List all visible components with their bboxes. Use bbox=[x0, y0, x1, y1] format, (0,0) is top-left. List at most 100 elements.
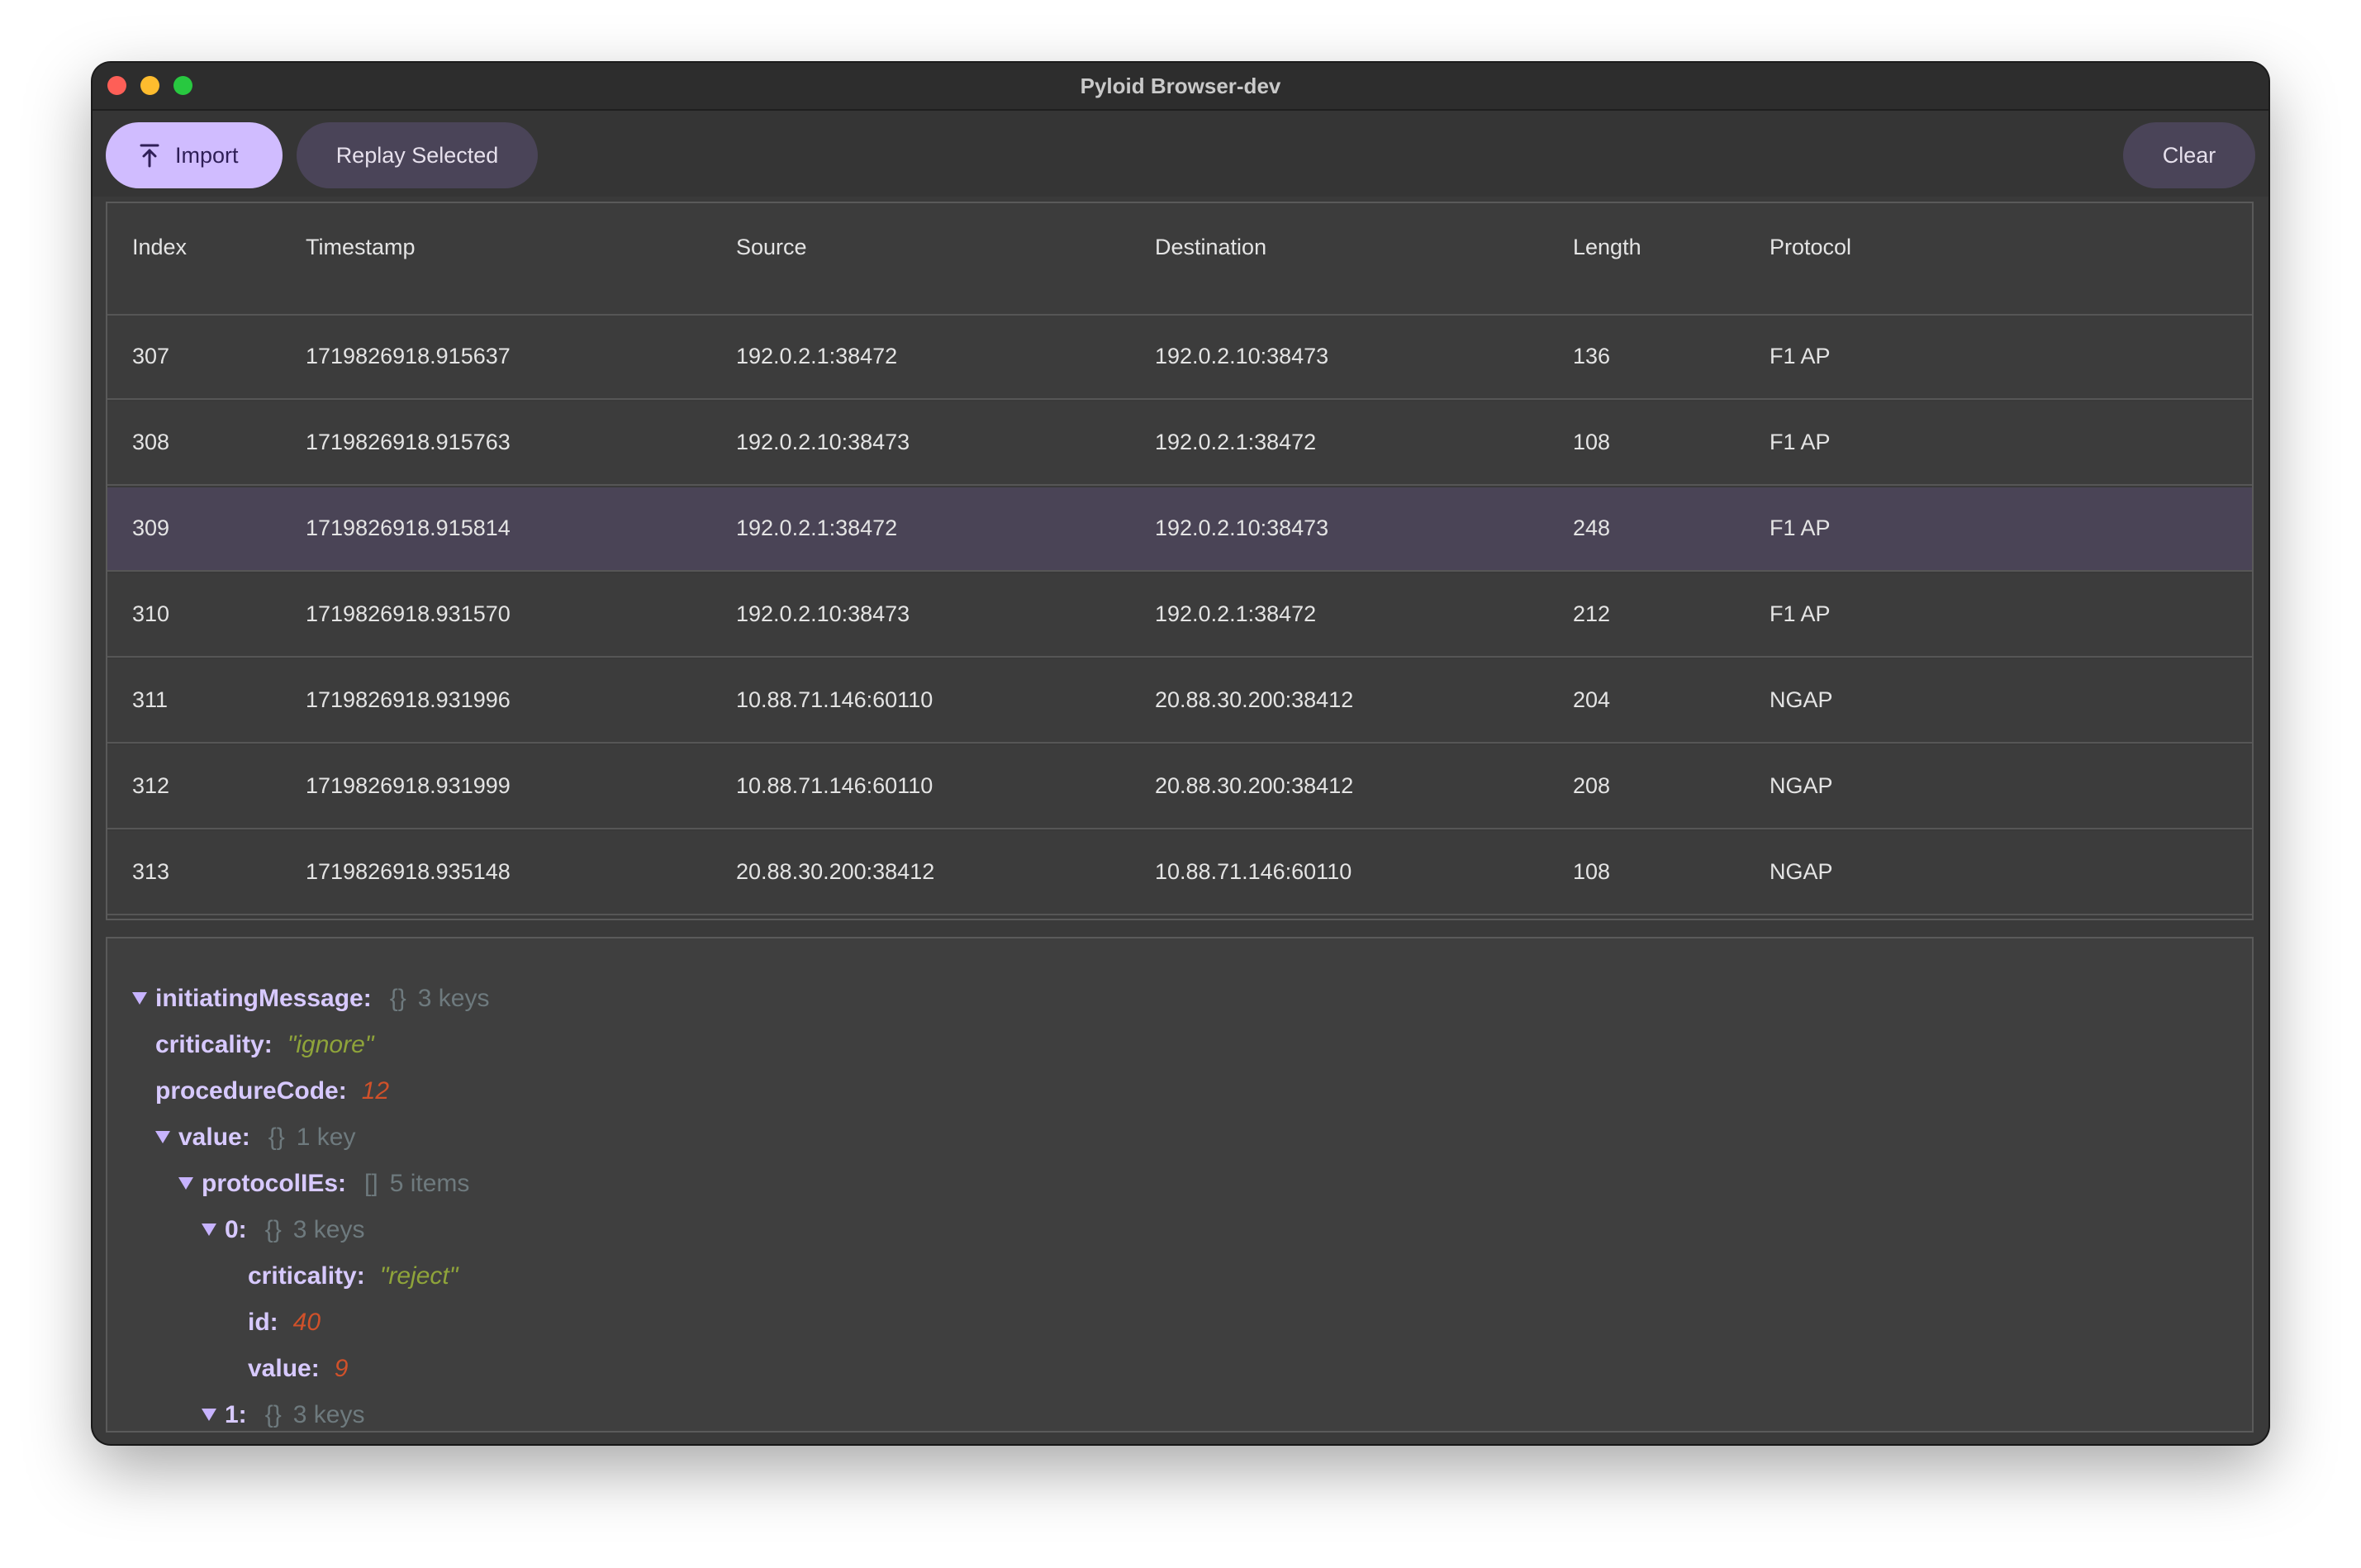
triangle-down-icon[interactable] bbox=[202, 1223, 216, 1236]
json-key: value: bbox=[248, 1355, 320, 1382]
app-window: Pyloid Browser-dev Import Replay Selecte… bbox=[93, 63, 2268, 1444]
column-header-protocol[interactable]: Protocol bbox=[1770, 235, 1851, 260]
index-cell: 310 bbox=[132, 601, 170, 626]
json-brace: {} bbox=[264, 1216, 282, 1243]
table-row[interactable] bbox=[107, 294, 2252, 316]
json-node: value: 9 bbox=[248, 1348, 348, 1390]
window-title: Pyloid Browser-dev bbox=[1080, 74, 1281, 98]
source-cell: 192.0.2.1:38472 bbox=[736, 344, 898, 368]
clear-button[interactable]: Clear bbox=[2123, 122, 2255, 188]
column-header-timestamp[interactable]: Timestamp bbox=[306, 235, 416, 260]
upload-icon bbox=[140, 144, 159, 168]
table-row[interactable]: 311 1719826918.931996 10.88.71.146:60110 20… bbox=[107, 659, 2252, 744]
index-cell: 311 bbox=[132, 687, 169, 712]
json-key: initiatingMessage: bbox=[155, 985, 372, 1012]
destination-cell: 20.88.30.200:38412 bbox=[1155, 687, 1354, 712]
table-row[interactable]: 312 1719826918.931999 10.88.71.146:60110 20… bbox=[107, 745, 2252, 829]
column-header-source[interactable]: Source bbox=[736, 235, 807, 260]
table-row[interactable]: 313 1719826918.935148 20.88.30.200:38412 10… bbox=[107, 831, 2252, 915]
table-row[interactable]: 310 1719826918.931570 192.0.2.10:38473 192.… bbox=[107, 573, 2252, 658]
json-key: criticality: bbox=[248, 1262, 365, 1290]
json-brace: {} bbox=[264, 1401, 282, 1428]
source-cell: 192.0.2.1:38472 bbox=[736, 516, 898, 540]
protocol-cell: F1 AP bbox=[1770, 344, 1831, 368]
json-number-value: 12 bbox=[361, 1077, 390, 1105]
triangle-down-icon[interactable] bbox=[132, 991, 147, 1005]
triangle-down-icon[interactable] bbox=[202, 1408, 216, 1421]
json-item-count: 3 keys bbox=[417, 985, 490, 1012]
source-cell: 10.88.71.146:60110 bbox=[736, 687, 933, 712]
source-cell: 192.0.2.10:38473 bbox=[736, 601, 910, 626]
timestamp-cell: 1719826918.931999 bbox=[306, 773, 511, 798]
timestamp-cell: 1719826918.915814 bbox=[306, 516, 511, 540]
table-row[interactable]: 309 1719826918.915814 192.0.2.1:38472 192.0… bbox=[107, 487, 2252, 572]
protocol-cell: NGAP bbox=[1770, 859, 1833, 884]
json-item-count: 3 keys bbox=[292, 1216, 365, 1243]
json-brace: {} bbox=[268, 1124, 285, 1151]
column-header-destination[interactable]: Destination bbox=[1155, 235, 1266, 260]
packet-table: Index Timestamp Source Destination Lengt… bbox=[106, 202, 2254, 920]
source-cell: 10.88.71.146:60110 bbox=[736, 773, 933, 798]
json-node[interactable]: value: {} 1 key bbox=[155, 1117, 355, 1158]
index-cell: 309 bbox=[132, 516, 170, 540]
json-node[interactable]: 0: {} 3 keys bbox=[202, 1209, 364, 1251]
json-key: id: bbox=[248, 1309, 278, 1336]
json-brace: {} bbox=[389, 985, 406, 1012]
json-node: criticality: "ignore" bbox=[155, 1024, 373, 1066]
table-header: Index Timestamp Source Destination Lengt… bbox=[107, 203, 2252, 296]
index-cell: 312 bbox=[132, 773, 170, 798]
length-cell: 108 bbox=[1573, 859, 1611, 884]
table-row[interactable]: 307 1719826918.915637 192.0.2.1:38472 192.0… bbox=[107, 316, 2252, 400]
destination-cell: 192.0.2.1:38472 bbox=[1155, 601, 1317, 626]
json-key: procedureCode: bbox=[155, 1077, 347, 1105]
json-item-count: 3 keys bbox=[292, 1401, 365, 1428]
json-key: 0: bbox=[225, 1216, 247, 1243]
json-key: 1: bbox=[225, 1401, 247, 1428]
table-row[interactable]: 308 1719826918.915763 192.0.2.10:38473 192.… bbox=[107, 402, 2252, 486]
import-button[interactable]: Import bbox=[106, 122, 283, 188]
length-cell: 248 bbox=[1573, 516, 1611, 540]
json-node: id: 40 bbox=[248, 1302, 321, 1343]
json-node[interactable]: protocolIEs: [] 5 items bbox=[178, 1163, 469, 1205]
destination-cell: 10.88.71.146:60110 bbox=[1155, 859, 1352, 884]
import-button-label: Import bbox=[175, 143, 239, 168]
json-item-count: 5 items bbox=[389, 1170, 470, 1197]
title-bar: Pyloid Browser-dev bbox=[93, 63, 2268, 111]
protocol-cell: NGAP bbox=[1770, 773, 1833, 798]
json-string-value: "ignore" bbox=[287, 1031, 374, 1058]
json-number-value: 40 bbox=[292, 1309, 321, 1336]
timestamp-cell: 1719826918.915763 bbox=[306, 430, 511, 454]
timestamp-cell: 1719826918.931996 bbox=[306, 687, 511, 712]
timestamp-cell: 1719826918.931570 bbox=[306, 601, 511, 626]
toolbar: Import Replay Selected Clear bbox=[93, 111, 2268, 197]
triangle-down-icon[interactable] bbox=[178, 1176, 193, 1190]
json-node[interactable]: initiatingMessage: {} 3 keys bbox=[132, 978, 489, 1019]
timestamp-cell: 1719826918.935148 bbox=[306, 859, 511, 884]
length-cell: 136 bbox=[1573, 344, 1611, 368]
source-cell: 192.0.2.10:38473 bbox=[736, 430, 910, 454]
destination-cell: 192.0.2.1:38472 bbox=[1155, 430, 1317, 454]
packet-detail-tree: initiatingMessage: {} 3 keys criticality: "i… bbox=[106, 937, 2254, 1433]
triangle-down-icon[interactable] bbox=[155, 1130, 170, 1143]
destination-cell: 192.0.2.10:38473 bbox=[1155, 516, 1329, 540]
replay-selected-button[interactable]: Replay Selected bbox=[297, 122, 538, 188]
protocol-cell: F1 AP bbox=[1770, 430, 1831, 454]
json-key: protocolIEs: bbox=[202, 1170, 347, 1197]
column-header-length[interactable]: Length bbox=[1573, 235, 1641, 260]
json-key: criticality: bbox=[155, 1031, 273, 1058]
protocol-cell: F1 AP bbox=[1770, 601, 1831, 626]
protocol-cell: F1 AP bbox=[1770, 516, 1831, 540]
json-item-count: 1 key bbox=[296, 1124, 356, 1151]
length-cell: 212 bbox=[1573, 601, 1611, 626]
json-string-value: "reject" bbox=[379, 1262, 458, 1290]
length-cell: 108 bbox=[1573, 430, 1611, 454]
json-node: procedureCode: 12 bbox=[155, 1071, 389, 1112]
destination-cell: 20.88.30.200:38412 bbox=[1155, 773, 1354, 798]
json-brace: [] bbox=[364, 1170, 378, 1197]
json-node[interactable]: 1: {} 3 keys bbox=[202, 1395, 365, 1431]
protocol-cell: NGAP bbox=[1770, 687, 1833, 712]
index-cell: 308 bbox=[132, 430, 170, 454]
column-header-index[interactable]: Index bbox=[132, 235, 187, 260]
json-node: criticality: "reject" bbox=[248, 1256, 458, 1297]
index-cell: 307 bbox=[132, 344, 170, 368]
